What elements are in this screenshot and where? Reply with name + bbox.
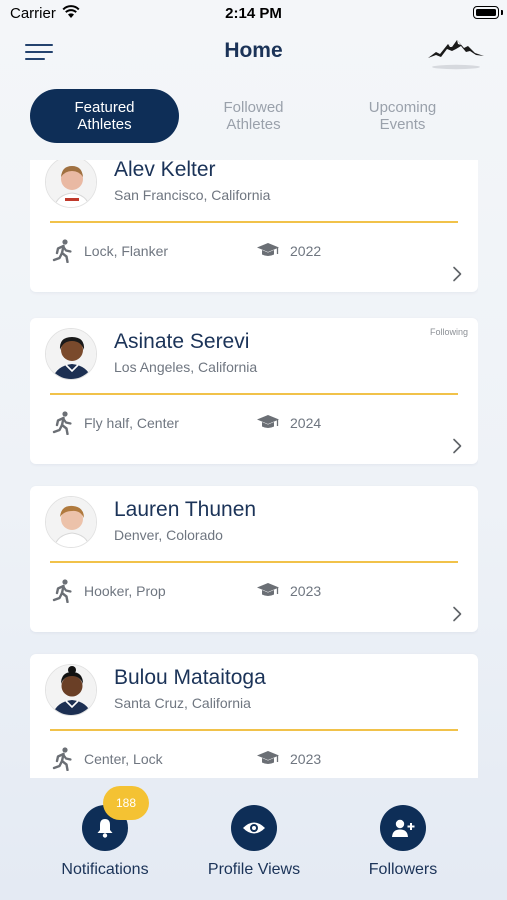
chevron-right-icon[interactable] [452, 266, 462, 282]
athlete-location: Denver, Colorado [114, 527, 223, 543]
athlete-location: San Francisco, California [114, 187, 271, 203]
athlete-card[interactable]: Alev Kelter San Francisco, California Lo… [30, 160, 478, 292]
running-person-icon [52, 411, 72, 435]
chevron-right-icon[interactable] [452, 606, 462, 622]
followers-label: Followers [368, 861, 438, 878]
card-divider [50, 221, 458, 223]
athlete-list[interactable]: Alev Kelter San Francisco, California Lo… [30, 160, 478, 778]
profile-views-label: Profile Views [207, 861, 301, 878]
tab-followed-athletes[interactable]: Followed Athletes [179, 89, 328, 143]
graduation-cap-icon [257, 243, 279, 256]
athlete-card[interactable]: Bulou Mataitoga Santa Cruz, California C… [30, 654, 478, 778]
avatar [45, 664, 97, 716]
athlete-positions: Center, Lock [84, 751, 163, 767]
clock-time: 2:14 PM [225, 5, 282, 22]
chevron-right-icon[interactable] [452, 438, 462, 454]
notifications-label: Notifications [61, 861, 149, 878]
card-divider [50, 729, 458, 731]
followers-circle[interactable] [380, 805, 426, 851]
add-user-icon [392, 819, 415, 837]
followers-button[interactable]: Followers [323, 805, 483, 879]
graduation-cap-icon [257, 751, 279, 764]
tab-upcoming-events[interactable]: Upcoming Events [328, 89, 477, 143]
notification-count-badge: 188 [103, 786, 149, 820]
athlete-card[interactable]: Lauren Thunen Denver, Colorado Hooker, P… [30, 486, 478, 632]
graduation-year: 2022 [290, 243, 322, 259]
athlete-positions: Lock, Flanker [84, 243, 169, 259]
graduation-year: 2024 [290, 415, 322, 431]
eye-icon [243, 822, 265, 834]
avatar [45, 160, 97, 208]
notifications-button[interactable]: Notifications [25, 805, 185, 879]
athlete-location: Santa Cruz, California [114, 695, 251, 711]
tab-featured-athletes[interactable]: Featured Athletes [30, 89, 179, 143]
athlete-name: Alev Kelter [114, 160, 216, 181]
athlete-card[interactable]: Asinate Serevi Los Angeles, California F… [30, 318, 478, 464]
battery-icon [473, 6, 499, 19]
bell-icon [97, 819, 113, 838]
status-bar: Carrier 2:14 PM [0, 0, 507, 28]
athlete-tabs: Featured Athletes Followed Athletes Upco… [30, 89, 478, 143]
athlete-name: Lauren Thunen [114, 498, 257, 521]
running-person-icon [52, 579, 72, 603]
running-person-icon [52, 747, 72, 771]
bottom-nav: Notifications Profile Views Followers [0, 778, 507, 900]
athlete-positions: Fly half, Center [84, 415, 179, 431]
card-divider [50, 393, 458, 395]
graduation-year: 2023 [290, 583, 322, 599]
avatar [45, 496, 97, 548]
avatar [45, 328, 97, 380]
following-label: Following [429, 327, 468, 337]
card-divider [50, 561, 458, 563]
profile-views-button[interactable]: Profile Views [174, 805, 334, 879]
graduation-cap-icon [257, 583, 279, 596]
graduation-cap-icon [257, 415, 279, 428]
battery-tip [501, 10, 503, 15]
nav-header: Home [0, 28, 507, 80]
athlete-location: Los Angeles, California [114, 359, 258, 375]
athlete-name: Bulou Mataitoga [114, 666, 266, 689]
profile-views-circle[interactable] [231, 805, 277, 851]
running-person-icon [52, 239, 72, 263]
graduation-year: 2023 [290, 751, 322, 767]
mountain-logo-icon [428, 40, 484, 70]
athlete-positions: Hooker, Prop [84, 583, 166, 599]
athlete-name: Asinate Serevi [114, 330, 250, 353]
